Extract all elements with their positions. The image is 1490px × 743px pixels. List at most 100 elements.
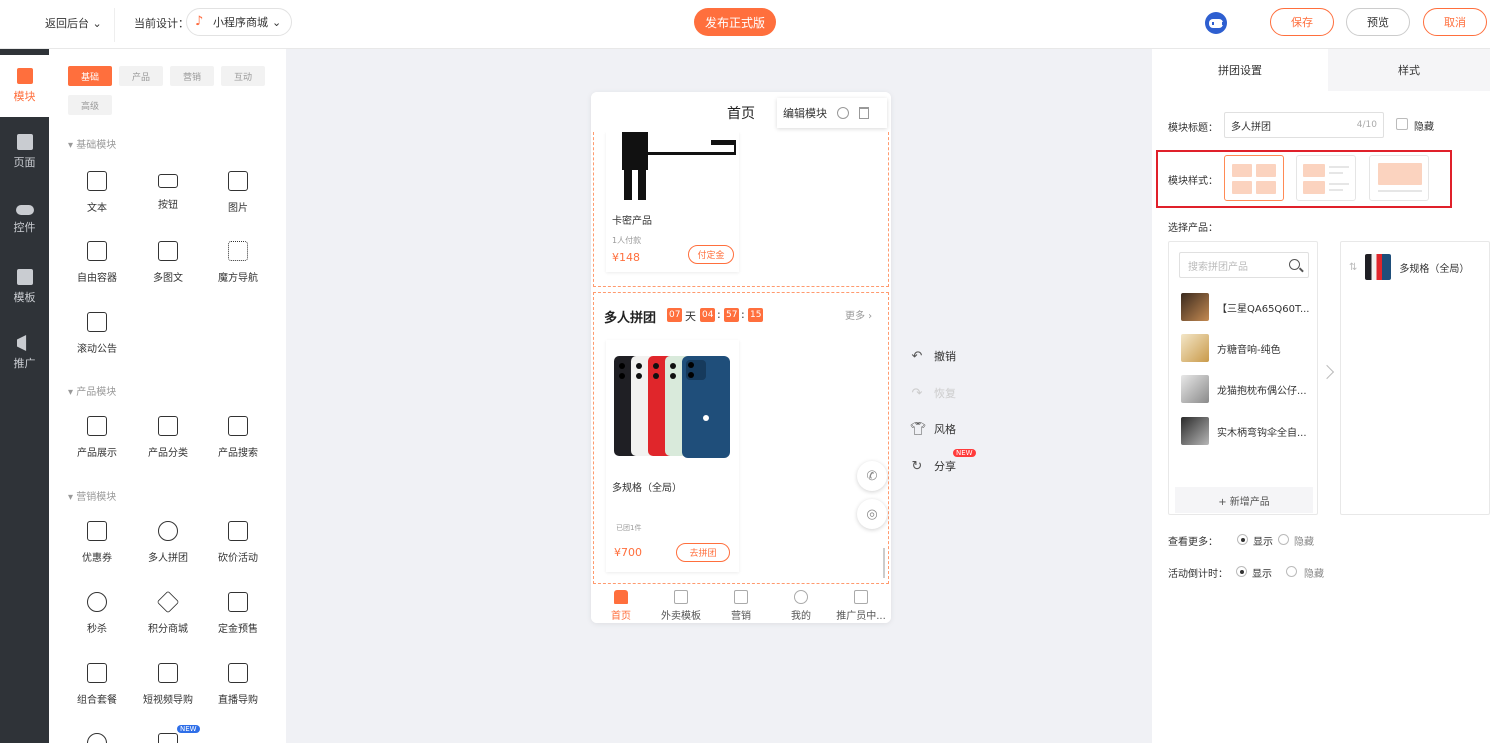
countdown-show-radio[interactable] [1236, 566, 1247, 577]
product-label: 实木柄弯钩伞全自... [1217, 427, 1307, 439]
nav-item-promotion[interactable]: 推广 [0, 322, 49, 384]
style-option-large[interactable] [1369, 155, 1429, 201]
chevron-down-icon: ⌄ [92, 17, 102, 30]
join-group-button[interactable]: 去拼团 [676, 543, 730, 562]
add-product-button[interactable]: + 新增产品 [1175, 487, 1313, 513]
tab-promoter[interactable]: 推广员中... [831, 590, 891, 622]
sort-icon[interactable]: ⇅ [1349, 262, 1357, 273]
component-short-video[interactable]: 短视频导购 [133, 663, 203, 706]
deposit-button[interactable]: 付定金 [688, 245, 734, 264]
tab-product[interactable]: 产品 [119, 66, 163, 86]
component-label: 自由容器 [77, 273, 117, 284]
product-thumb [1181, 334, 1209, 362]
view-more-show-radio[interactable] [1237, 534, 1248, 545]
product-thumb [1181, 375, 1209, 403]
component-more-1[interactable] [62, 733, 132, 743]
product-item[interactable]: 方糖音响-纯色 [1181, 334, 1281, 362]
component-product-display[interactable]: 产品展示 [62, 416, 132, 459]
tab-mine[interactable]: 我的 [771, 590, 831, 622]
grid-icon [87, 416, 107, 436]
module-title-label: 模块标题： [1168, 123, 1218, 134]
countdown-day-unit: 天 [685, 310, 696, 323]
component-notice[interactable]: 滚动公告 [62, 312, 132, 355]
trash-icon[interactable] [859, 107, 869, 119]
edit-module-button[interactable]: 编辑模块 [783, 105, 827, 121]
component-cube-nav[interactable]: 魔方导航 [203, 241, 273, 284]
component-label: 滚动公告 [77, 344, 117, 355]
selected-product-item[interactable]: ⇅ 多规格（全局） [1349, 254, 1469, 280]
hide-checkbox[interactable] [1396, 118, 1408, 130]
component-product-category[interactable]: 产品分类 [133, 416, 203, 459]
module-title-value: 多人拼团 [1231, 121, 1271, 133]
view-more-hide-radio[interactable] [1278, 534, 1289, 545]
scrollbar[interactable] [883, 548, 885, 578]
section-product: 产品模块 [68, 383, 116, 398]
grid-search-icon [228, 416, 248, 436]
app-selector[interactable]: ♪ 小程序商城 ⌄ [186, 8, 293, 36]
share-button[interactable]: ↻ 分享 [910, 458, 956, 474]
save-button[interactable]: 保存 [1270, 8, 1334, 36]
component-presale[interactable]: 定金预售 [203, 592, 273, 635]
nav-item-templates[interactable]: 模板 [0, 256, 49, 318]
component-combo[interactable]: 组合套餐 [62, 663, 132, 706]
product-card[interactable]: 卡密产品 1人付款 ¥148 付定金 [606, 132, 739, 272]
groupbuy-module-block[interactable]: 多人拼团 07 天 04 : 57 : 15 更多 › 多规格（全局） 已团1件… [593, 292, 889, 584]
nav-item-pages[interactable]: 页面 [0, 121, 49, 183]
component-label: 产品分类 [148, 448, 188, 459]
phone-call-icon[interactable]: ✆ [857, 461, 887, 491]
component-group-buy[interactable]: 多人拼团 [133, 521, 203, 564]
style-option-grid[interactable] [1224, 155, 1284, 201]
product-name: 多规格（全局） [612, 483, 682, 494]
component-product-search[interactable]: 产品搜索 [203, 416, 273, 459]
tab-takeout[interactable]: 外卖模板 [651, 590, 711, 622]
component-image[interactable]: 图片 [203, 171, 273, 214]
component-more-2[interactable] [133, 733, 203, 743]
component-multi-image-text[interactable]: 多图文 [133, 241, 203, 284]
tab-marketing[interactable]: 营销 [711, 590, 771, 622]
tab-style[interactable]: 样式 [1328, 49, 1490, 91]
component-live[interactable]: 直播导购 [203, 663, 273, 706]
tab-basic[interactable]: 基础 [68, 66, 112, 86]
product-item[interactable]: 【三星QA65Q60T... [1181, 293, 1310, 321]
publish-button[interactable]: 发布正式版 [694, 8, 776, 36]
product-search-input[interactable]: 搜索拼团产品 [1179, 252, 1309, 278]
new-badge: NEW [177, 725, 200, 733]
tab-advanced[interactable]: 高级 [68, 95, 112, 115]
countdown-hide-radio[interactable] [1286, 566, 1297, 577]
style-button[interactable]: 👕︎ 风格 [910, 421, 956, 437]
tab-home[interactable]: 首页 [591, 590, 651, 622]
component-bargain[interactable]: 砍价活动 [203, 521, 273, 564]
wechat-icon[interactable]: ◎ [857, 499, 887, 529]
component-text[interactable]: 文本 [62, 171, 132, 214]
edit-module-toolbar: 编辑模块 [777, 98, 887, 128]
component-points-mall[interactable]: 积分商城 [133, 590, 203, 635]
move-up-icon[interactable] [837, 107, 849, 119]
undo-button[interactable]: ↶ 撤销 [910, 348, 956, 364]
more-link[interactable]: 更多 › [845, 307, 872, 322]
tab-groupbuy-settings[interactable]: 拼团设置 [1152, 49, 1328, 91]
customer-service-icon[interactable] [1205, 12, 1227, 34]
nav-item-controls[interactable]: 控件 [0, 189, 49, 251]
component-button[interactable]: 按钮 [133, 171, 203, 211]
groupbuy-product-card[interactable]: 多规格（全局） 已团1件 ¥700 去拼团 [606, 340, 739, 572]
back-to-admin-button[interactable]: 返回后台 ⌄ [45, 15, 102, 31]
product-module-block[interactable]: 卡密产品 1人付款 ¥148 付定金 [593, 132, 889, 287]
cancel-button[interactable]: 取消 [1423, 8, 1487, 36]
tab-interaction[interactable]: 互动 [221, 66, 265, 86]
module-title-input[interactable]: 多人拼团 4/10 [1224, 112, 1384, 138]
component-label: 图片 [228, 203, 248, 214]
preview-button[interactable]: 预览 [1346, 8, 1410, 36]
component-flash-sale[interactable]: 秒杀 [62, 592, 132, 635]
chevron-right-icon[interactable] [1319, 364, 1335, 380]
tab-marketing[interactable]: 营销 [170, 66, 214, 86]
divider [114, 8, 115, 42]
redo-button[interactable]: ↷ 恢复 [910, 385, 956, 401]
component-free-container[interactable]: 自由容器 [62, 241, 132, 284]
product-item[interactable]: 龙猫抱枕布偶公仔... [1181, 375, 1307, 403]
component-coupon[interactable]: 优惠券 [62, 521, 132, 564]
product-item[interactable]: 实木柄弯钩伞全自... [1181, 417, 1307, 445]
style-option-list[interactable] [1296, 155, 1356, 201]
product-name: 卡密产品 [612, 216, 652, 227]
search-icon[interactable] [1289, 259, 1300, 270]
nav-item-modules[interactable]: 模块 [0, 55, 49, 117]
